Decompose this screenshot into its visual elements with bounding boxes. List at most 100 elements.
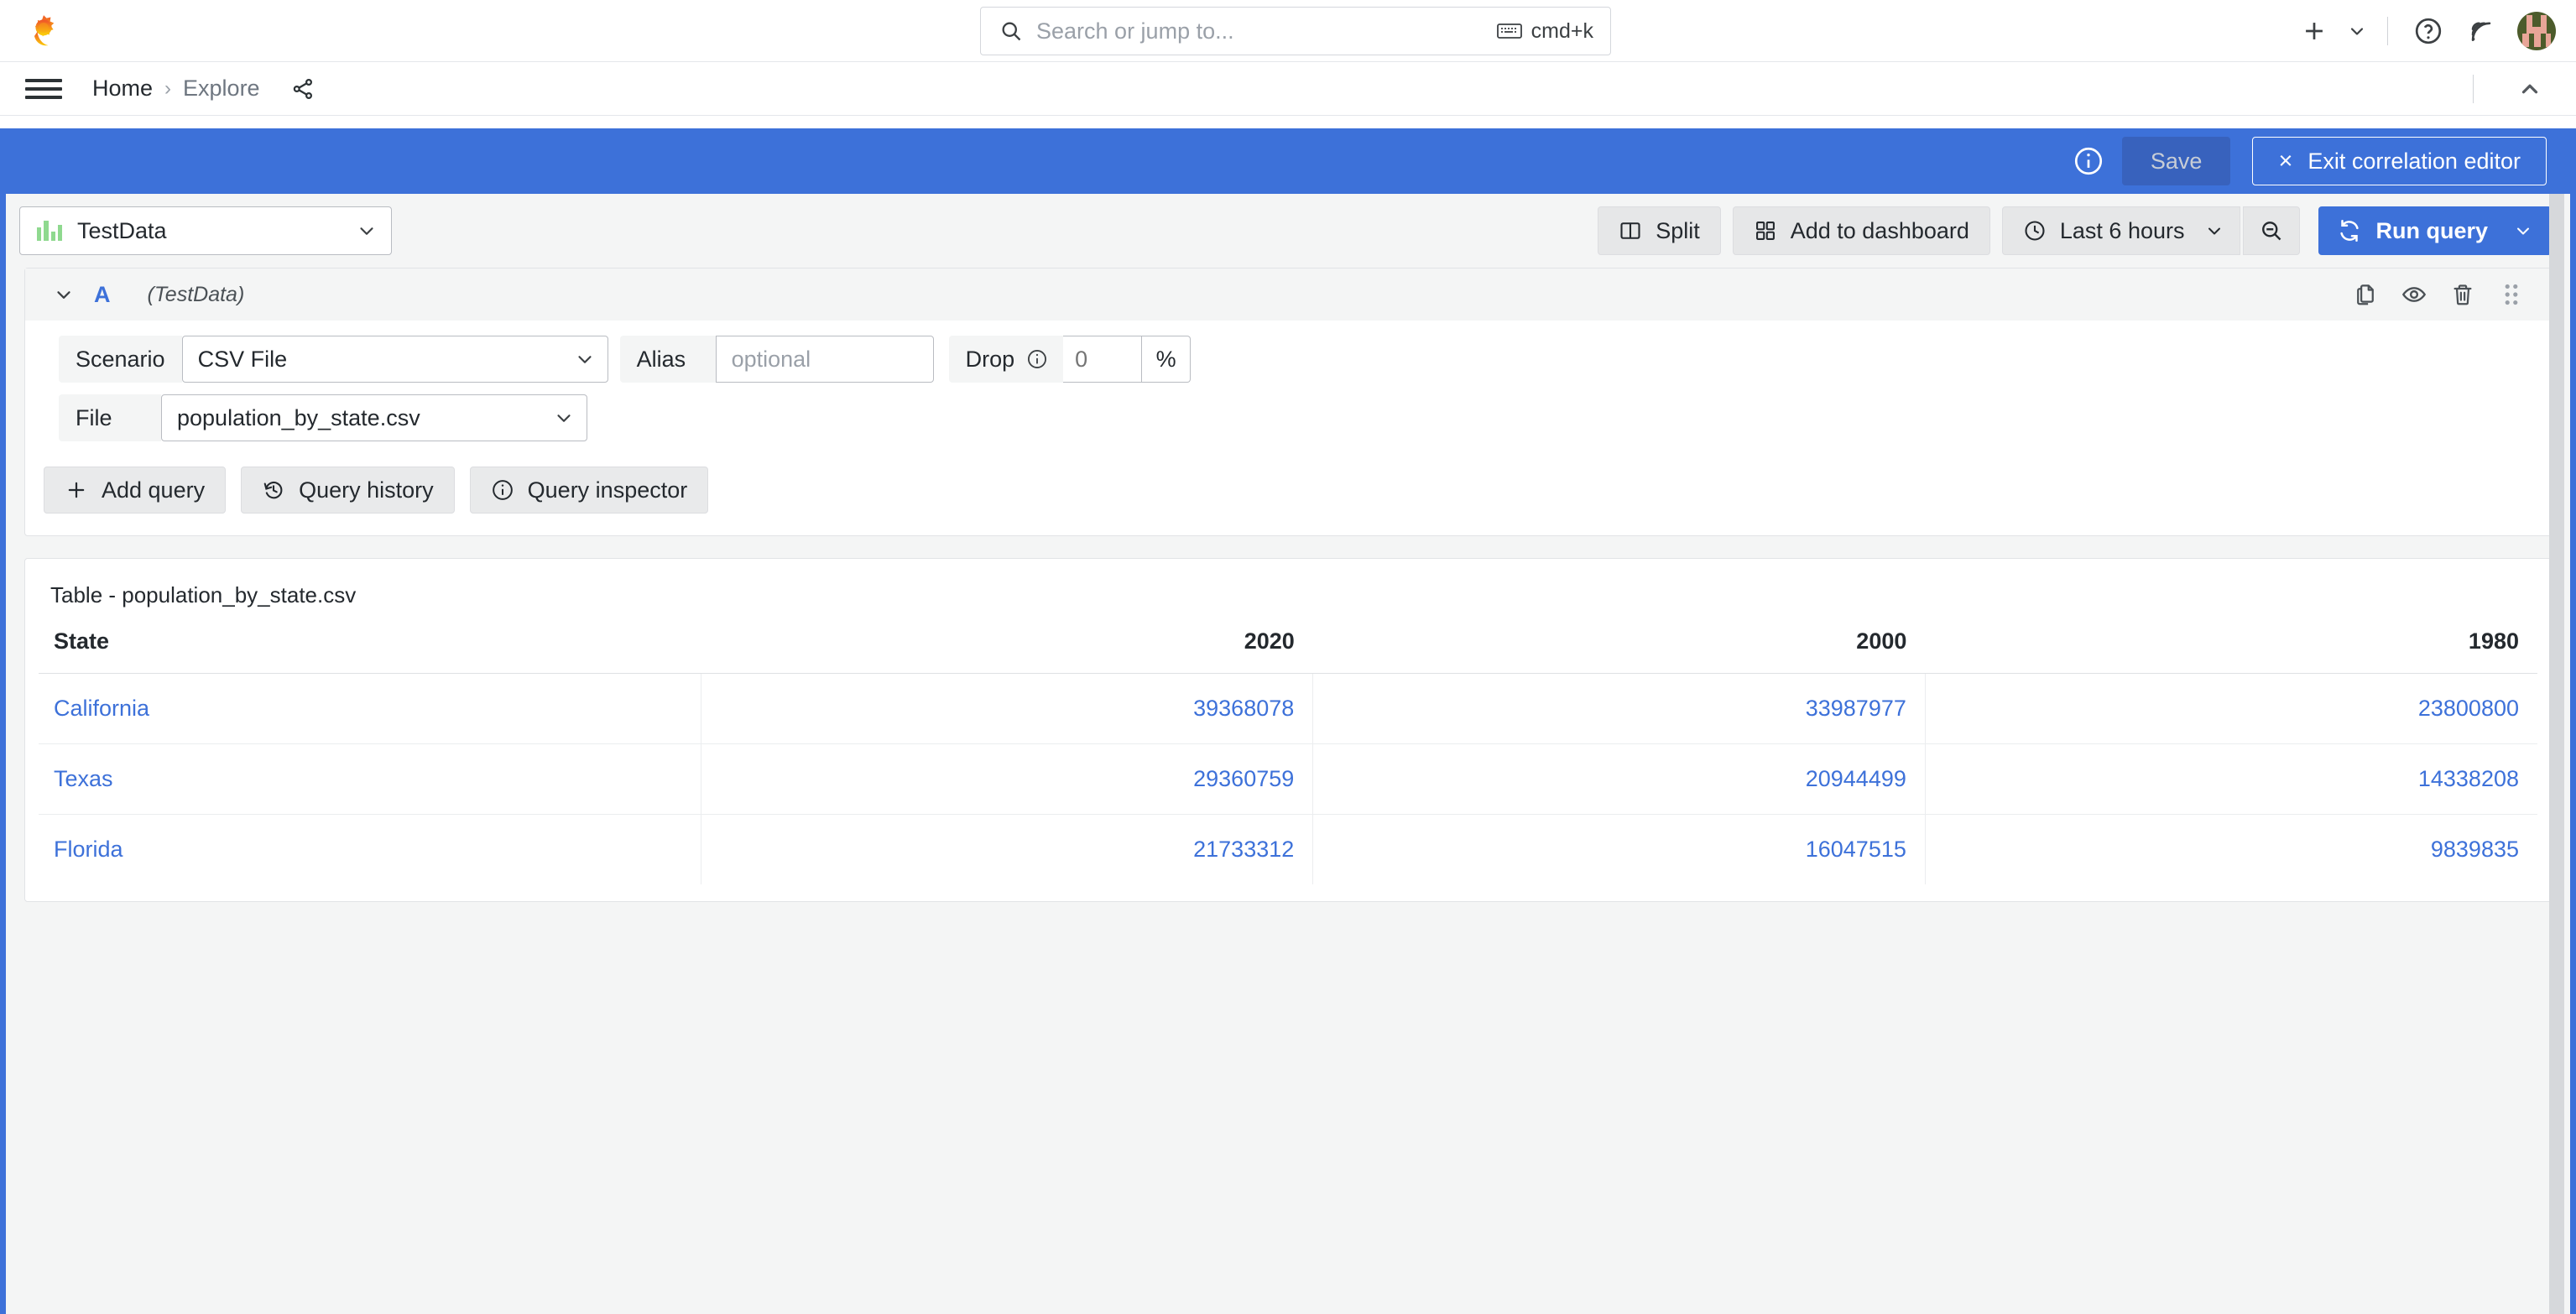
chevron-up-icon[interactable] (2499, 76, 2561, 102)
query-history-label: Query history (299, 477, 434, 503)
news-feed-button[interactable] (2455, 0, 2507, 62)
table-row: California 39368078 33987977 23800800 (39, 673, 2537, 744)
eye-icon[interactable] (2390, 271, 2438, 318)
chevron-down-icon (356, 220, 378, 242)
correlation-editor-frame: Save × Exit correlation editor TestData (0, 128, 2576, 1314)
cell-2000[interactable]: 20944499 (1312, 743, 1926, 815)
cell-2020[interactable]: 39368078 (701, 673, 1314, 744)
testdata-datasource-icon (37, 221, 62, 241)
plus-icon (65, 478, 88, 502)
drag-handle-icon[interactable] (2487, 271, 2536, 318)
scenario-value: CSV File (197, 346, 288, 372)
cell-2020[interactable]: 21733312 (701, 814, 1314, 884)
share-nodes-icon[interactable] (290, 76, 315, 102)
chevron-down-icon[interactable] (45, 284, 82, 305)
drop-label: Drop (965, 346, 1015, 372)
datasource-picker[interactable]: TestData (19, 206, 392, 255)
search-shortcut-hint: cmd+k (1496, 18, 1593, 44)
hamburger-menu-icon[interactable] (25, 78, 62, 99)
vertical-scrollbar[interactable] (2549, 194, 2564, 1314)
cell-1980[interactable]: 9839835 (1925, 815, 2537, 885)
avatar[interactable] (2517, 12, 2556, 50)
alias-label: Alias (619, 336, 716, 383)
exit-correlation-editor-label: Exit correlation editor (2307, 148, 2521, 174)
search-input[interactable]: Search or jump to... cmd+k (980, 7, 1611, 55)
query-history-button[interactable]: Query history (241, 467, 455, 514)
column-header-2000[interactable]: 2000 (1312, 623, 1926, 674)
cell-state[interactable]: California (39, 673, 701, 744)
info-circle-icon[interactable] (1026, 348, 1048, 370)
add-query-button[interactable]: Add query (44, 467, 227, 514)
breadcrumb-bar: Home › Explore (0, 62, 2576, 116)
alias-input[interactable] (715, 336, 934, 383)
query-inspector-label: Query inspector (527, 477, 688, 503)
query-editor-card: A (TestData) Scenario CSV File Alias opt… (24, 268, 2552, 536)
query-inspector-button[interactable]: Query inspector (469, 467, 709, 514)
table-row: Florida 21733312 16047515 9839835 (39, 814, 2537, 885)
split-panes-icon (1619, 219, 1642, 242)
add-query-label: Add query (102, 477, 206, 503)
drop-percent-unit: % (1142, 336, 1192, 383)
help-button[interactable] (2401, 0, 2455, 62)
exit-correlation-editor-button[interactable]: × Exit correlation editor (2252, 137, 2547, 185)
chevron-down-icon (574, 348, 596, 370)
grafana-logo-icon[interactable] (25, 13, 62, 50)
time-range-picker[interactable]: Last 6 hours (2001, 206, 2241, 255)
cell-2020[interactable]: 29360759 (701, 743, 1314, 815)
breadcrumb-item-home[interactable]: Home (92, 76, 153, 102)
breadcrumb-item-explore[interactable]: Explore (183, 76, 260, 102)
column-header-state[interactable]: State (39, 623, 701, 674)
clock-icon (2023, 219, 2047, 242)
run-query-button[interactable]: Run query (2318, 206, 2552, 255)
top-actions (2288, 0, 2556, 62)
search-placeholder: Search or jump to... (1036, 18, 1234, 44)
drop-input-wrap (1063, 336, 1143, 383)
keyboard-icon (1496, 22, 1522, 40)
add-to-dashboard-label: Add to dashboard (1790, 217, 1969, 243)
column-header-2020[interactable]: 2020 (701, 623, 1313, 674)
create-new-caret-icon[interactable] (2340, 0, 2374, 62)
add-to-dashboard-button[interactable]: Add to dashboard (1732, 206, 1990, 255)
scenario-label: Scenario (59, 336, 182, 383)
search-shortcut-text: cmd+k (1530, 18, 1593, 43)
table-header: State 2020 2000 1980 (39, 623, 2537, 674)
close-x-icon: × (2278, 147, 2293, 175)
zoom-out-button[interactable] (2243, 206, 2301, 255)
save-correlation-button[interactable]: Save (2121, 137, 2231, 185)
table-row: Texas 29360759 20944499 14338208 (39, 743, 2537, 815)
cell-1980[interactable]: 14338208 (1925, 743, 2537, 815)
chevron-down-icon (553, 407, 575, 429)
table-header-row: State 2020 2000 1980 (39, 623, 2537, 674)
cell-state[interactable]: Florida (39, 814, 701, 884)
split-button[interactable]: Split (1598, 206, 1721, 255)
create-new-button[interactable] (2288, 0, 2340, 62)
copy-icon[interactable] (2341, 271, 2390, 318)
trash-icon[interactable] (2438, 271, 2487, 318)
info-circle-icon (491, 478, 514, 502)
query-ref-id[interactable]: A (94, 282, 111, 308)
sync-refresh-icon (2337, 218, 2362, 243)
global-search[interactable]: Search or jump to... cmd+k (980, 7, 1611, 55)
time-range-group: Last 6 hours (2001, 206, 2301, 255)
cell-state[interactable]: Texas (39, 743, 701, 815)
apps-grid-icon (1754, 219, 1777, 242)
search-icon (999, 19, 1023, 43)
drop-percent-input[interactable] (1075, 346, 1130, 373)
column-header-1980[interactable]: 1980 (1925, 623, 2537, 674)
zoom-out-icon (2259, 218, 2284, 243)
cell-2000[interactable]: 33987977 (1312, 673, 1926, 744)
info-circle-icon[interactable] (2065, 138, 2112, 185)
drop-label-group: Drop (948, 336, 1064, 383)
breadcrumb-divider (2473, 75, 2474, 103)
scrollbar-thumb[interactable] (2549, 194, 2564, 1314)
run-query-caret-icon[interactable] (2513, 221, 2533, 241)
results-table: State 2020 2000 1980 California 39368078… (39, 623, 2537, 884)
scenario-field-row: Scenario CSV File Alias Drop (59, 336, 2551, 383)
cell-2000[interactable]: 16047515 (1312, 814, 1926, 884)
run-query-label: Run query (2375, 217, 2488, 243)
breadcrumb-right-actions (2473, 62, 2561, 116)
cell-1980[interactable]: 23800800 (1925, 673, 2537, 744)
file-select[interactable]: population_by_state.csv (161, 394, 587, 441)
split-button-label: Split (1656, 217, 1700, 243)
scenario-select[interactable]: CSV File (181, 336, 608, 383)
